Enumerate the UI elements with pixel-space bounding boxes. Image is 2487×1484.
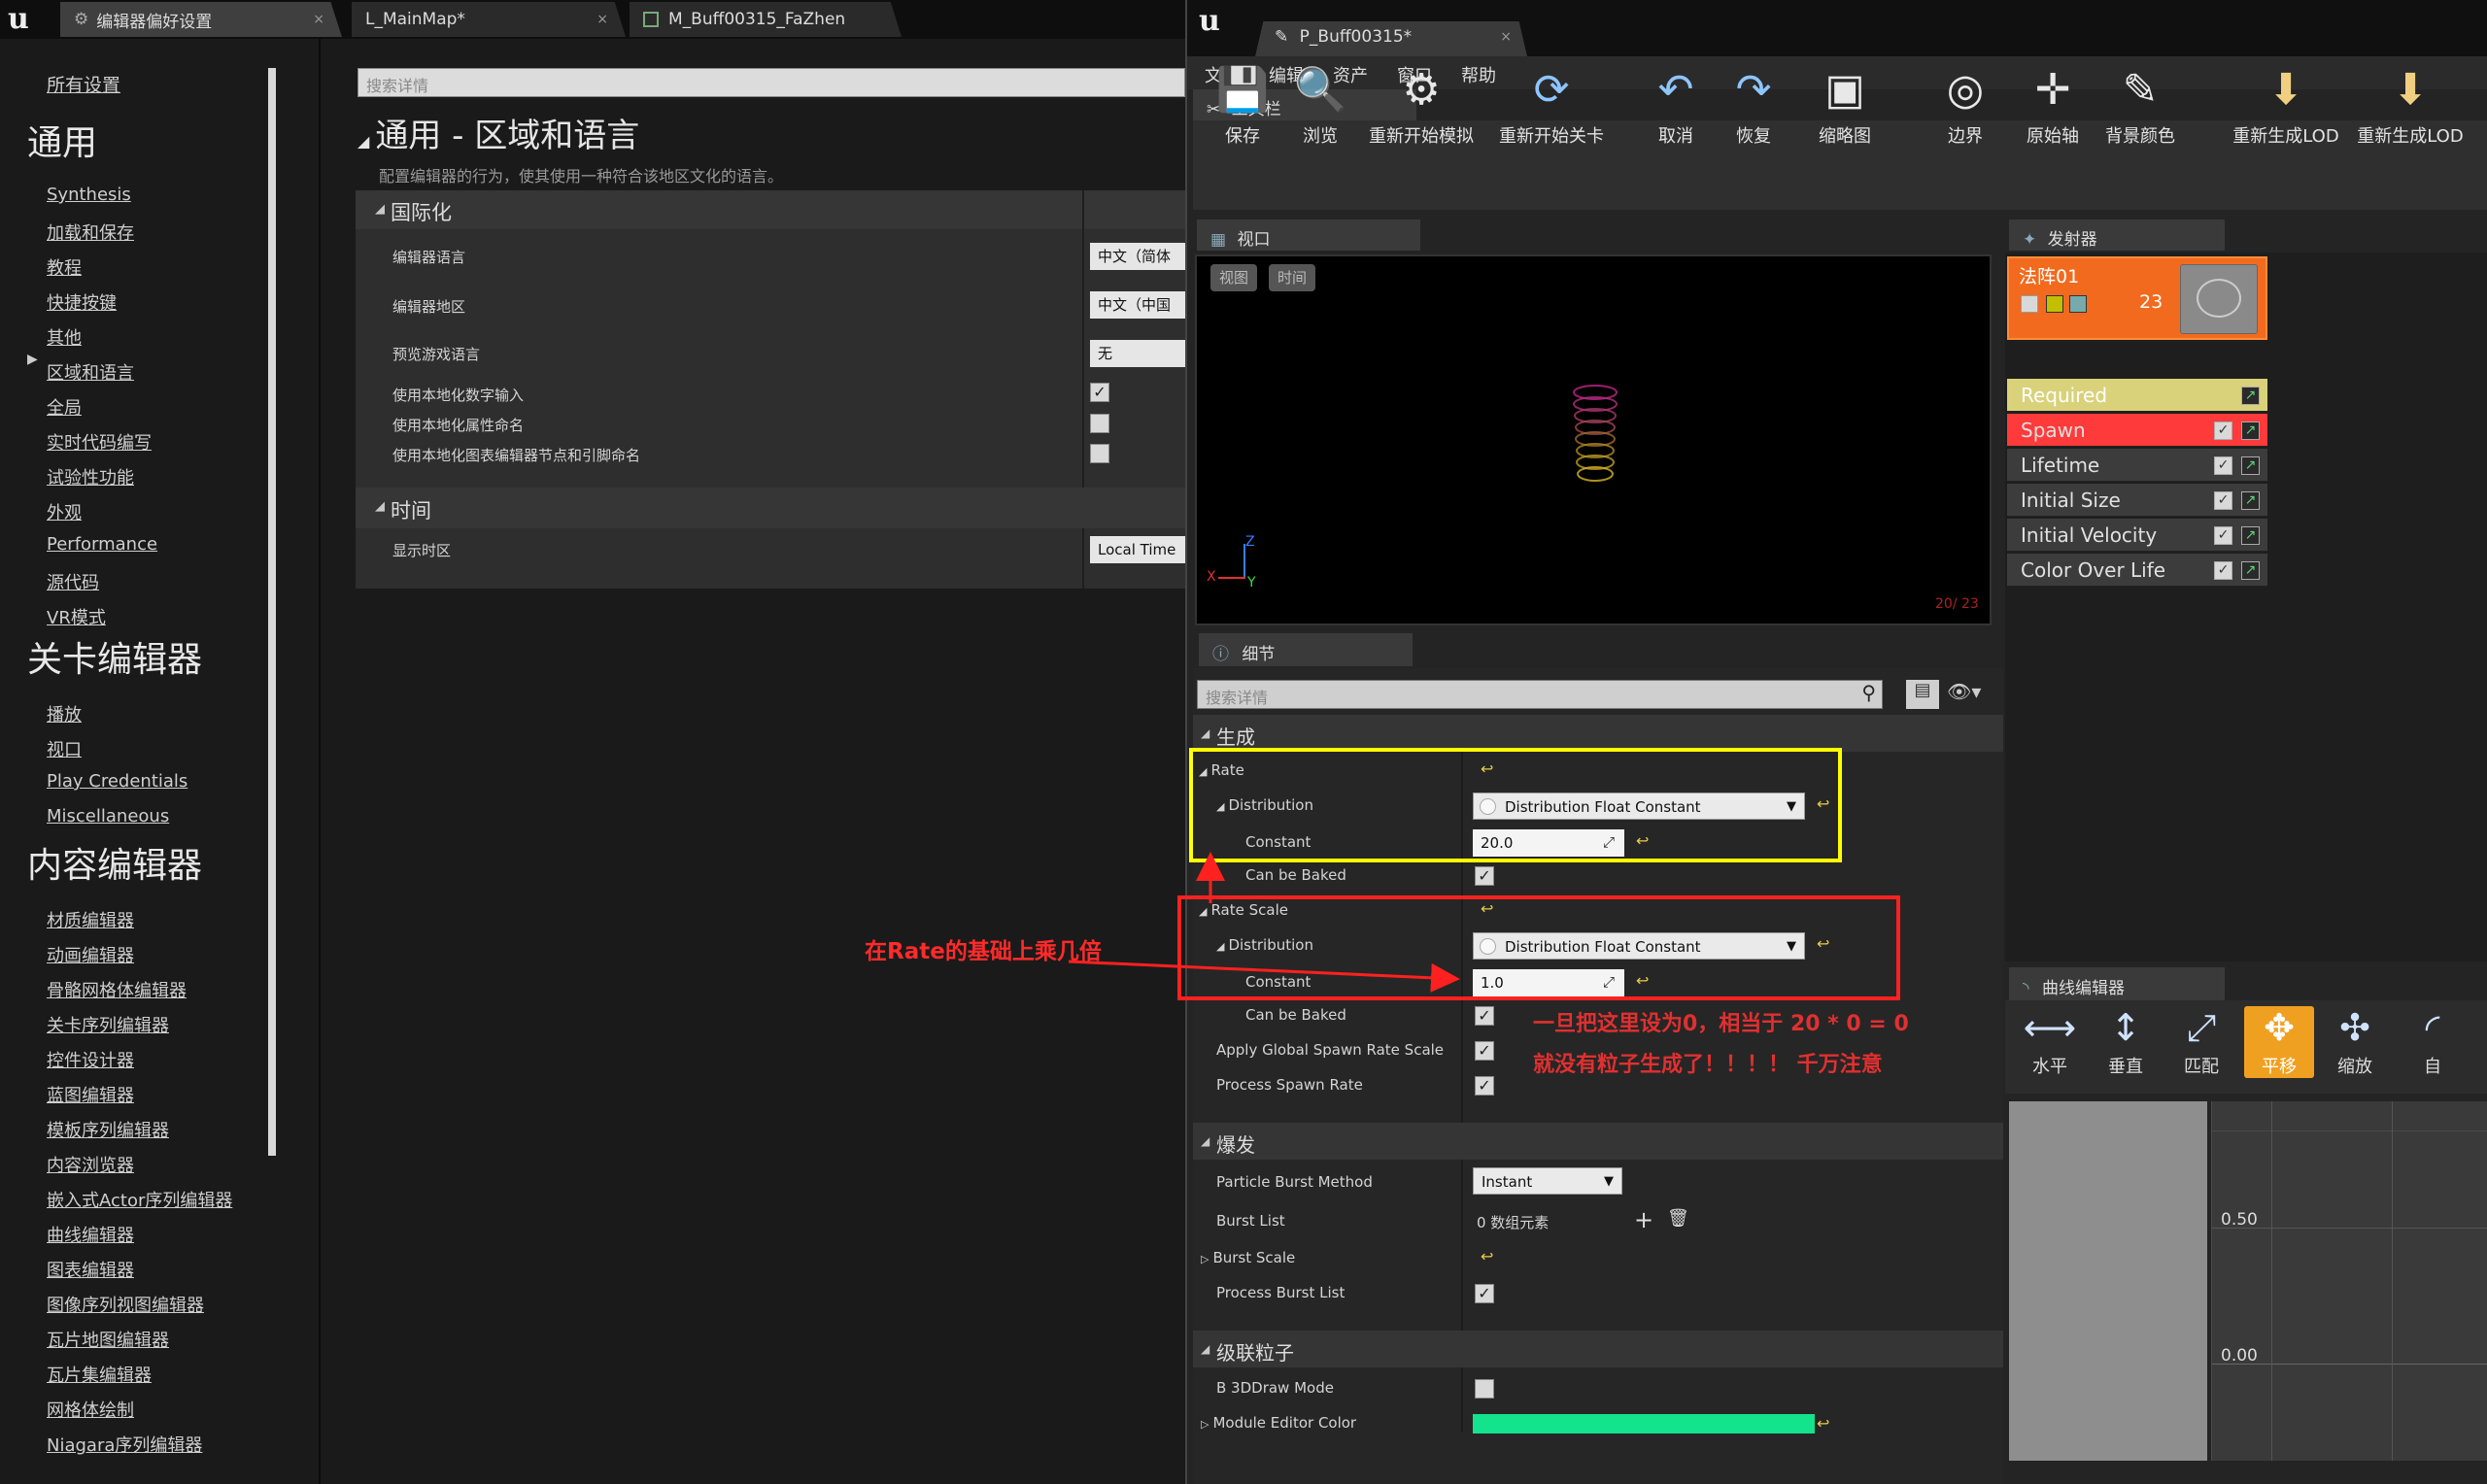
nav-item[interactable]: 教程: [47, 254, 82, 280]
nav-item[interactable]: Niagara序列编辑器: [47, 1432, 202, 1457]
nav-item[interactable]: 关卡序列编辑器: [47, 1012, 169, 1037]
nav-item[interactable]: 模板序列编辑器: [47, 1117, 169, 1142]
nav-item[interactable]: 瓦片地图编辑器: [47, 1327, 169, 1352]
nav-item[interactable]: 播放: [47, 701, 82, 726]
nav-item[interactable]: 蓝图编辑器: [47, 1082, 134, 1107]
nav-item[interactable]: 嵌入式Actor序列编辑器: [47, 1187, 232, 1212]
nav-item[interactable]: 区域和语言: [47, 359, 134, 385]
nav-item[interactable]: 曲线编辑器: [47, 1222, 134, 1247]
nav-item[interactable]: Synthesis: [47, 185, 131, 205]
nav-item[interactable]: 试验性功能: [47, 464, 134, 489]
nav-item[interactable]: 瓦片集编辑器: [47, 1362, 152, 1387]
nav-item[interactable]: 全局: [47, 394, 82, 420]
nav-item[interactable]: 骨骼网格体编辑器: [47, 977, 187, 1002]
nav-item[interactable]: 控件设计器: [47, 1047, 134, 1072]
annotation-arrows: [1068, 852, 1460, 993]
nav-item[interactable]: Play Credentials: [47, 771, 187, 792]
nav-item[interactable]: 视口: [47, 736, 82, 761]
nav-item[interactable]: 加载和保存: [47, 219, 134, 245]
nav-item[interactable]: 网格体绘制: [47, 1397, 134, 1422]
nav-item[interactable]: 图表编辑器: [47, 1257, 134, 1282]
nav-item[interactable]: VR模式: [47, 604, 106, 629]
nav-item[interactable]: 快捷按键: [47, 289, 117, 315]
nav-item[interactable]: Miscellaneous: [47, 806, 169, 826]
nav-item[interactable]: Performance: [47, 534, 157, 555]
nav-item[interactable]: 实时代码编写: [47, 429, 152, 455]
nav-item[interactable]: 其他: [47, 324, 82, 350]
nav-item[interactable]: 内容浏览器: [47, 1152, 134, 1177]
nav-item[interactable]: 动画编辑器: [47, 942, 134, 967]
nav-item[interactable]: 源代码: [47, 569, 99, 594]
nav-item[interactable]: 外观: [47, 499, 82, 524]
nav-item[interactable]: 图像序列视图编辑器: [47, 1292, 204, 1317]
nav-item[interactable]: 材质编辑器: [47, 907, 134, 932]
